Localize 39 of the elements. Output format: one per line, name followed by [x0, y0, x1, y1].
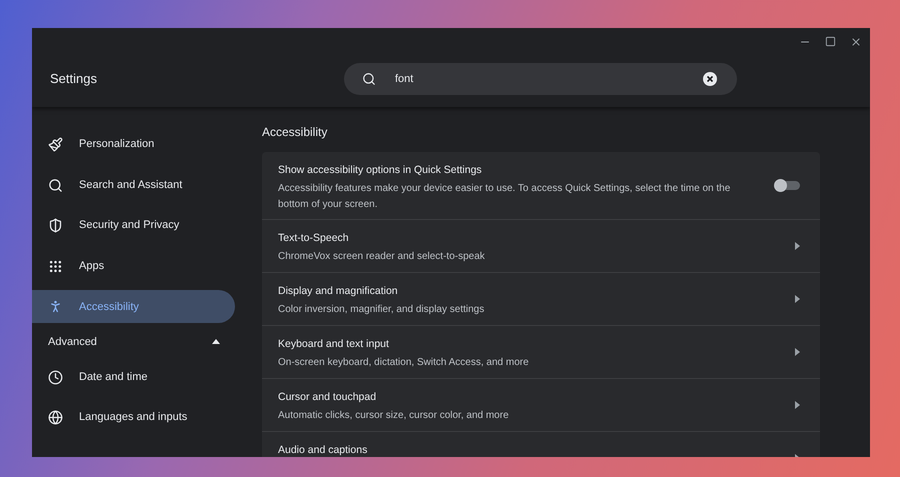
search-icon — [362, 72, 376, 86]
row-description: ChromeVox screen reader and select-to-speak — [278, 250, 486, 264]
advanced-toggle[interactable]: Advanced — [32, 330, 220, 353]
window-title: Settings — [49, 70, 98, 88]
search-icon — [48, 178, 63, 193]
person-icon — [48, 299, 63, 314]
shield-icon — [48, 218, 63, 234]
row-title: Cursor and touchpad — [278, 390, 378, 405]
row-description: Color inversion, magnifier, and display settings — [278, 302, 486, 317]
clear-icon[interactable] — [703, 72, 717, 86]
paintbrush-icon — [48, 137, 63, 152]
caret-icon — [212, 339, 220, 344]
sidebar-item[interactable]: Search and Assistant — [32, 168, 235, 202]
chevron-right-icon[interactable] — [795, 242, 800, 250]
row-description: Accessibility features make your device easier to use. To access Quick Settings, select the time on the bottom of your screen. — [278, 182, 732, 212]
clock-icon — [48, 370, 63, 385]
search-field[interactable]: font — [344, 63, 737, 95]
row-title: Show accessibility options in Quick Settings — [278, 163, 483, 178]
sidebar-item[interactable]: Date and time — [32, 360, 235, 394]
globe-icon — [48, 410, 63, 426]
row-title: Keyboard and text input — [278, 337, 390, 352]
section-title: Accessibility — [262, 124, 328, 141]
row-title: Text-to-Speech — [278, 231, 350, 246]
row-description: Automatic clicks, cursor size, cursor color, and more — [278, 408, 510, 423]
sidebar-item[interactable]: Accessibility — [32, 290, 235, 324]
maximize-icon[interactable] — [825, 36, 836, 47]
row-title: Audio and captions — [278, 443, 368, 457]
grid-dots-icon — [48, 258, 63, 274]
sidebar-item[interactable]: Personalization — [32, 128, 235, 161]
row-description: On-screen keyboard, dictation, Switch Access, and more — [278, 356, 530, 370]
close-icon[interactable] — [850, 36, 862, 48]
row-title: Display and magnification — [278, 284, 399, 299]
sidebar-item[interactable]: Security and Privacy — [32, 209, 235, 242]
chevron-right-icon[interactable] — [795, 348, 800, 356]
toggle-switch[interactable] — [774, 178, 800, 192]
chevron-right-icon[interactable] — [795, 401, 800, 409]
sidebar-item[interactable]: Apps — [32, 250, 235, 283]
chevron-right-icon[interactable] — [795, 295, 800, 303]
sidebar-item[interactable]: Languages and inputs — [32, 401, 235, 434]
